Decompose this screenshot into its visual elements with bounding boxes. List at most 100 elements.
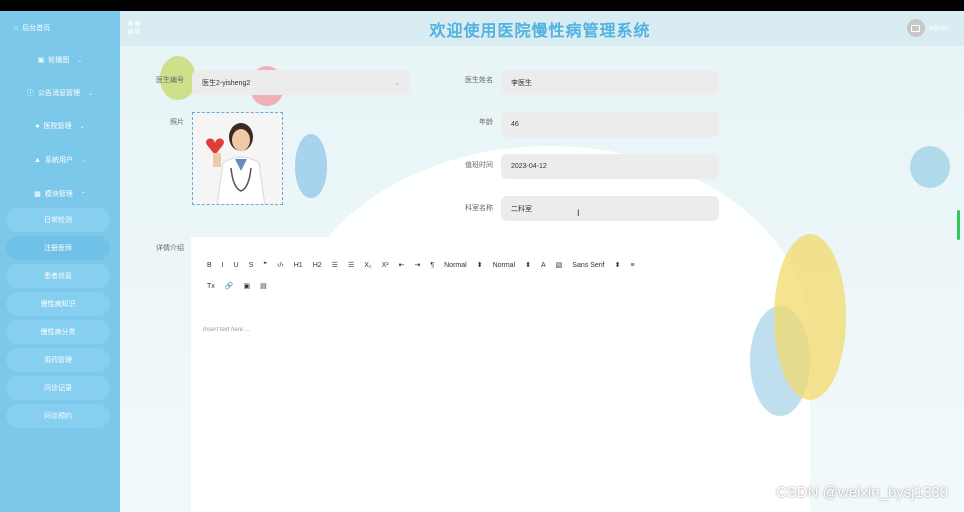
sidebar-subitem-daily-check[interactable]: 日常检测 [6, 208, 110, 232]
sidebar-subitem-medication[interactable]: 用药管理 [6, 348, 110, 372]
sidebar-item-label: 系统用户 [44, 157, 73, 164]
user-icon: ▲ [34, 156, 41, 164]
doctor-id-label: 医生编号 [156, 77, 184, 84]
toolbar-button[interactable]: ❞ [263, 261, 267, 269]
time-value: 2023-04-12 [511, 163, 547, 170]
doctor-id-value: 医生2-yisheng2 [202, 79, 251, 87]
sidebar-subitem-categories[interactable]: 慢性病分类 [6, 320, 110, 344]
home-icon: ⌂ [14, 24, 19, 32]
sidebar-item-hospital[interactable]: ● 医院管理 ⌄ [0, 112, 120, 140]
sidebar-subitem-label: 问诊记录 [44, 385, 72, 392]
sidebar-item-users[interactable]: ▲ 系统用户 ⌄ [0, 146, 120, 174]
chevron-down-icon: ⌄ [79, 123, 85, 130]
editor-toolbar: B I U S ❞ ‹/› H1 H2 ☰ ☰ X₂ X² ⇤ ⇥ ¶ Normal ⬍ Normal ⬍ A ▧ San… [207, 257, 727, 294]
sidebar-subitem-knowledge[interactable]: 慢性病知识 [6, 292, 110, 316]
toolbar-button[interactable]: ‹/› [277, 262, 284, 269]
chevron-up-icon: ⌃ [80, 191, 86, 198]
sidebar-subitem-label: 问诊预约 [44, 413, 72, 420]
doctor-photo[interactable] [192, 112, 283, 205]
detail-label: 详情介绍 [156, 245, 184, 252]
location-icon: ● [35, 122, 40, 130]
page-title: 欢迎使用医院慢性病管理系统 [429, 23, 651, 40]
scrollbar[interactable] [957, 210, 960, 240]
toolbar-button[interactable]: ⬍ [615, 261, 621, 269]
avatar [906, 19, 925, 37]
sidebar-item-label: 医院管理 [43, 123, 72, 130]
dept-label: 科室名称 [465, 205, 493, 212]
sidebar-item-label: 轮播图 [48, 57, 70, 64]
age-field[interactable]: 46 [501, 112, 719, 137]
sidebar-subitem-consult-records[interactable]: 问诊记录 [6, 376, 110, 400]
grid-icon: ▦ [34, 191, 41, 198]
age-value: 46 [511, 121, 519, 128]
dept-value: 二科室 [511, 205, 532, 213]
sidebar-subitem-label: 慢性病知识 [40, 301, 76, 308]
toolbar-button[interactable]: A [541, 262, 546, 269]
top-bar [0, 0, 964, 11]
balloon-decoration [910, 146, 950, 188]
toolbar-button[interactable]: ▤ [260, 282, 267, 290]
toolbar-button[interactable]: H2 [313, 262, 322, 269]
text-cursor-icon: I [577, 208, 580, 218]
toolbar-button[interactable]: X₂ [364, 262, 371, 269]
doctor-name-label: 医生姓名 [465, 77, 493, 84]
toolbar-button[interactable]: S [249, 262, 254, 269]
sidebar-item-label: 公告消息管理 [37, 90, 80, 97]
age-label: 年龄 [479, 119, 493, 126]
sidebar-item-modules[interactable]: ▦ 模块管理 ⌃ [0, 180, 120, 208]
toolbar-button[interactable]: ☰ [332, 261, 338, 269]
sidebar-subitem-doctors[interactable]: 注册医师 [6, 236, 110, 260]
doctor-name-field[interactable]: 李医生 [501, 70, 719, 95]
toolbar-button[interactable]: ▣ [244, 282, 251, 290]
sidebar-item-notices[interactable]: ⓘ 公告消息管理 ⌄ [0, 79, 120, 107]
image-icon: ▣ [37, 57, 45, 64]
toolbar-row: B I U S ❞ ‹/› H1 H2 ☰ ☰ X₂ X² ⇤ ⇥ ¶ Normal ⬍ Normal ⬍ A ▧ San… [207, 257, 727, 273]
toolbar-button[interactable]: 🔗 [225, 282, 234, 290]
toolbar-button[interactable]: I [222, 262, 224, 269]
header: ⌂ 后台首页 欢迎使用医院慢性病管理系统 admin [0, 11, 964, 46]
photo-label: 照片 [170, 119, 184, 126]
toolbar-button[interactable]: ¶ [430, 262, 434, 269]
toolbar-button[interactable]: U [234, 262, 239, 269]
time-field[interactable]: 2023-04-12 [501, 154, 719, 179]
user-menu[interactable]: admin [906, 19, 948, 37]
sidebar-subitem-patients[interactable]: 患者信息 [6, 264, 110, 288]
toolbar-button[interactable]: H1 [294, 262, 303, 269]
toolbar-button[interactable]: ☰ [348, 261, 354, 269]
chevron-down-icon: ⌄ [87, 90, 94, 97]
balloon-decoration [295, 134, 327, 198]
doctor-id-select[interactable]: 医生2-yisheng2 ⌄ [192, 70, 410, 95]
toolbar-button[interactable]: ≡ [630, 262, 634, 269]
user-name: admin [928, 24, 948, 32]
toolbar-button[interactable]: ⇤ [399, 261, 405, 269]
home-link[interactable]: ⌂ 后台首页 [14, 23, 50, 33]
time-label: 值班时间 [465, 162, 493, 169]
sidebar-item-carousel[interactable]: ▣ 轮播图 ⌄ [0, 46, 120, 74]
doctor-photo-image [193, 113, 282, 204]
toolbar-button[interactable]: ▧ [556, 261, 563, 269]
toolbar-button[interactable]: B [207, 262, 212, 269]
info-icon: ⓘ [26, 90, 34, 97]
sidebar: ▣ 轮播图 ⌄ ⓘ 公告消息管理 ⌄ ● 医院管理 ⌄ ▲ 系统用户 ⌄ ▦ 模… [0, 46, 120, 512]
toolbar-button[interactable]: ⬍ [525, 261, 531, 269]
dept-field[interactable]: 二科室 [501, 196, 719, 221]
sidebar-subitem-label: 患者信息 [44, 273, 72, 280]
chevron-down-icon: ⌄ [394, 79, 400, 87]
toolbar-button[interactable]: Tx [207, 283, 215, 290]
chevron-down-icon: ⌄ [77, 57, 83, 64]
toolbar-button[interactable]: ⇥ [414, 261, 420, 269]
balloon-decoration [774, 234, 846, 400]
sidebar-subitem-label: 慢性病分类 [40, 329, 76, 336]
grid-menu-icon[interactable] [128, 21, 142, 35]
toolbar-button[interactable]: Sans Serif [572, 262, 604, 269]
toolbar-button[interactable]: Normal [444, 262, 467, 269]
rich-text-editor[interactable]: B I U S ❞ ‹/› H1 H2 ☰ ☰ X₂ X² ⇤ ⇥ ¶ Normal ⬍ Normal ⬍ A ▧ San… [191, 237, 747, 512]
toolbar-button[interactable]: X² [382, 262, 389, 269]
toolbar-button[interactable]: Normal [493, 262, 516, 269]
sidebar-subitem-label: 日常检测 [44, 217, 72, 224]
sidebar-item-label: 模块管理 [44, 191, 73, 198]
toolbar-button[interactable]: ⬍ [477, 261, 483, 269]
watermark: CSDN @weixin_bysj1330 [776, 484, 948, 501]
header-left: ⌂ 后台首页 [0, 11, 120, 46]
sidebar-subitem-appointments[interactable]: 问诊预约 [6, 404, 110, 428]
